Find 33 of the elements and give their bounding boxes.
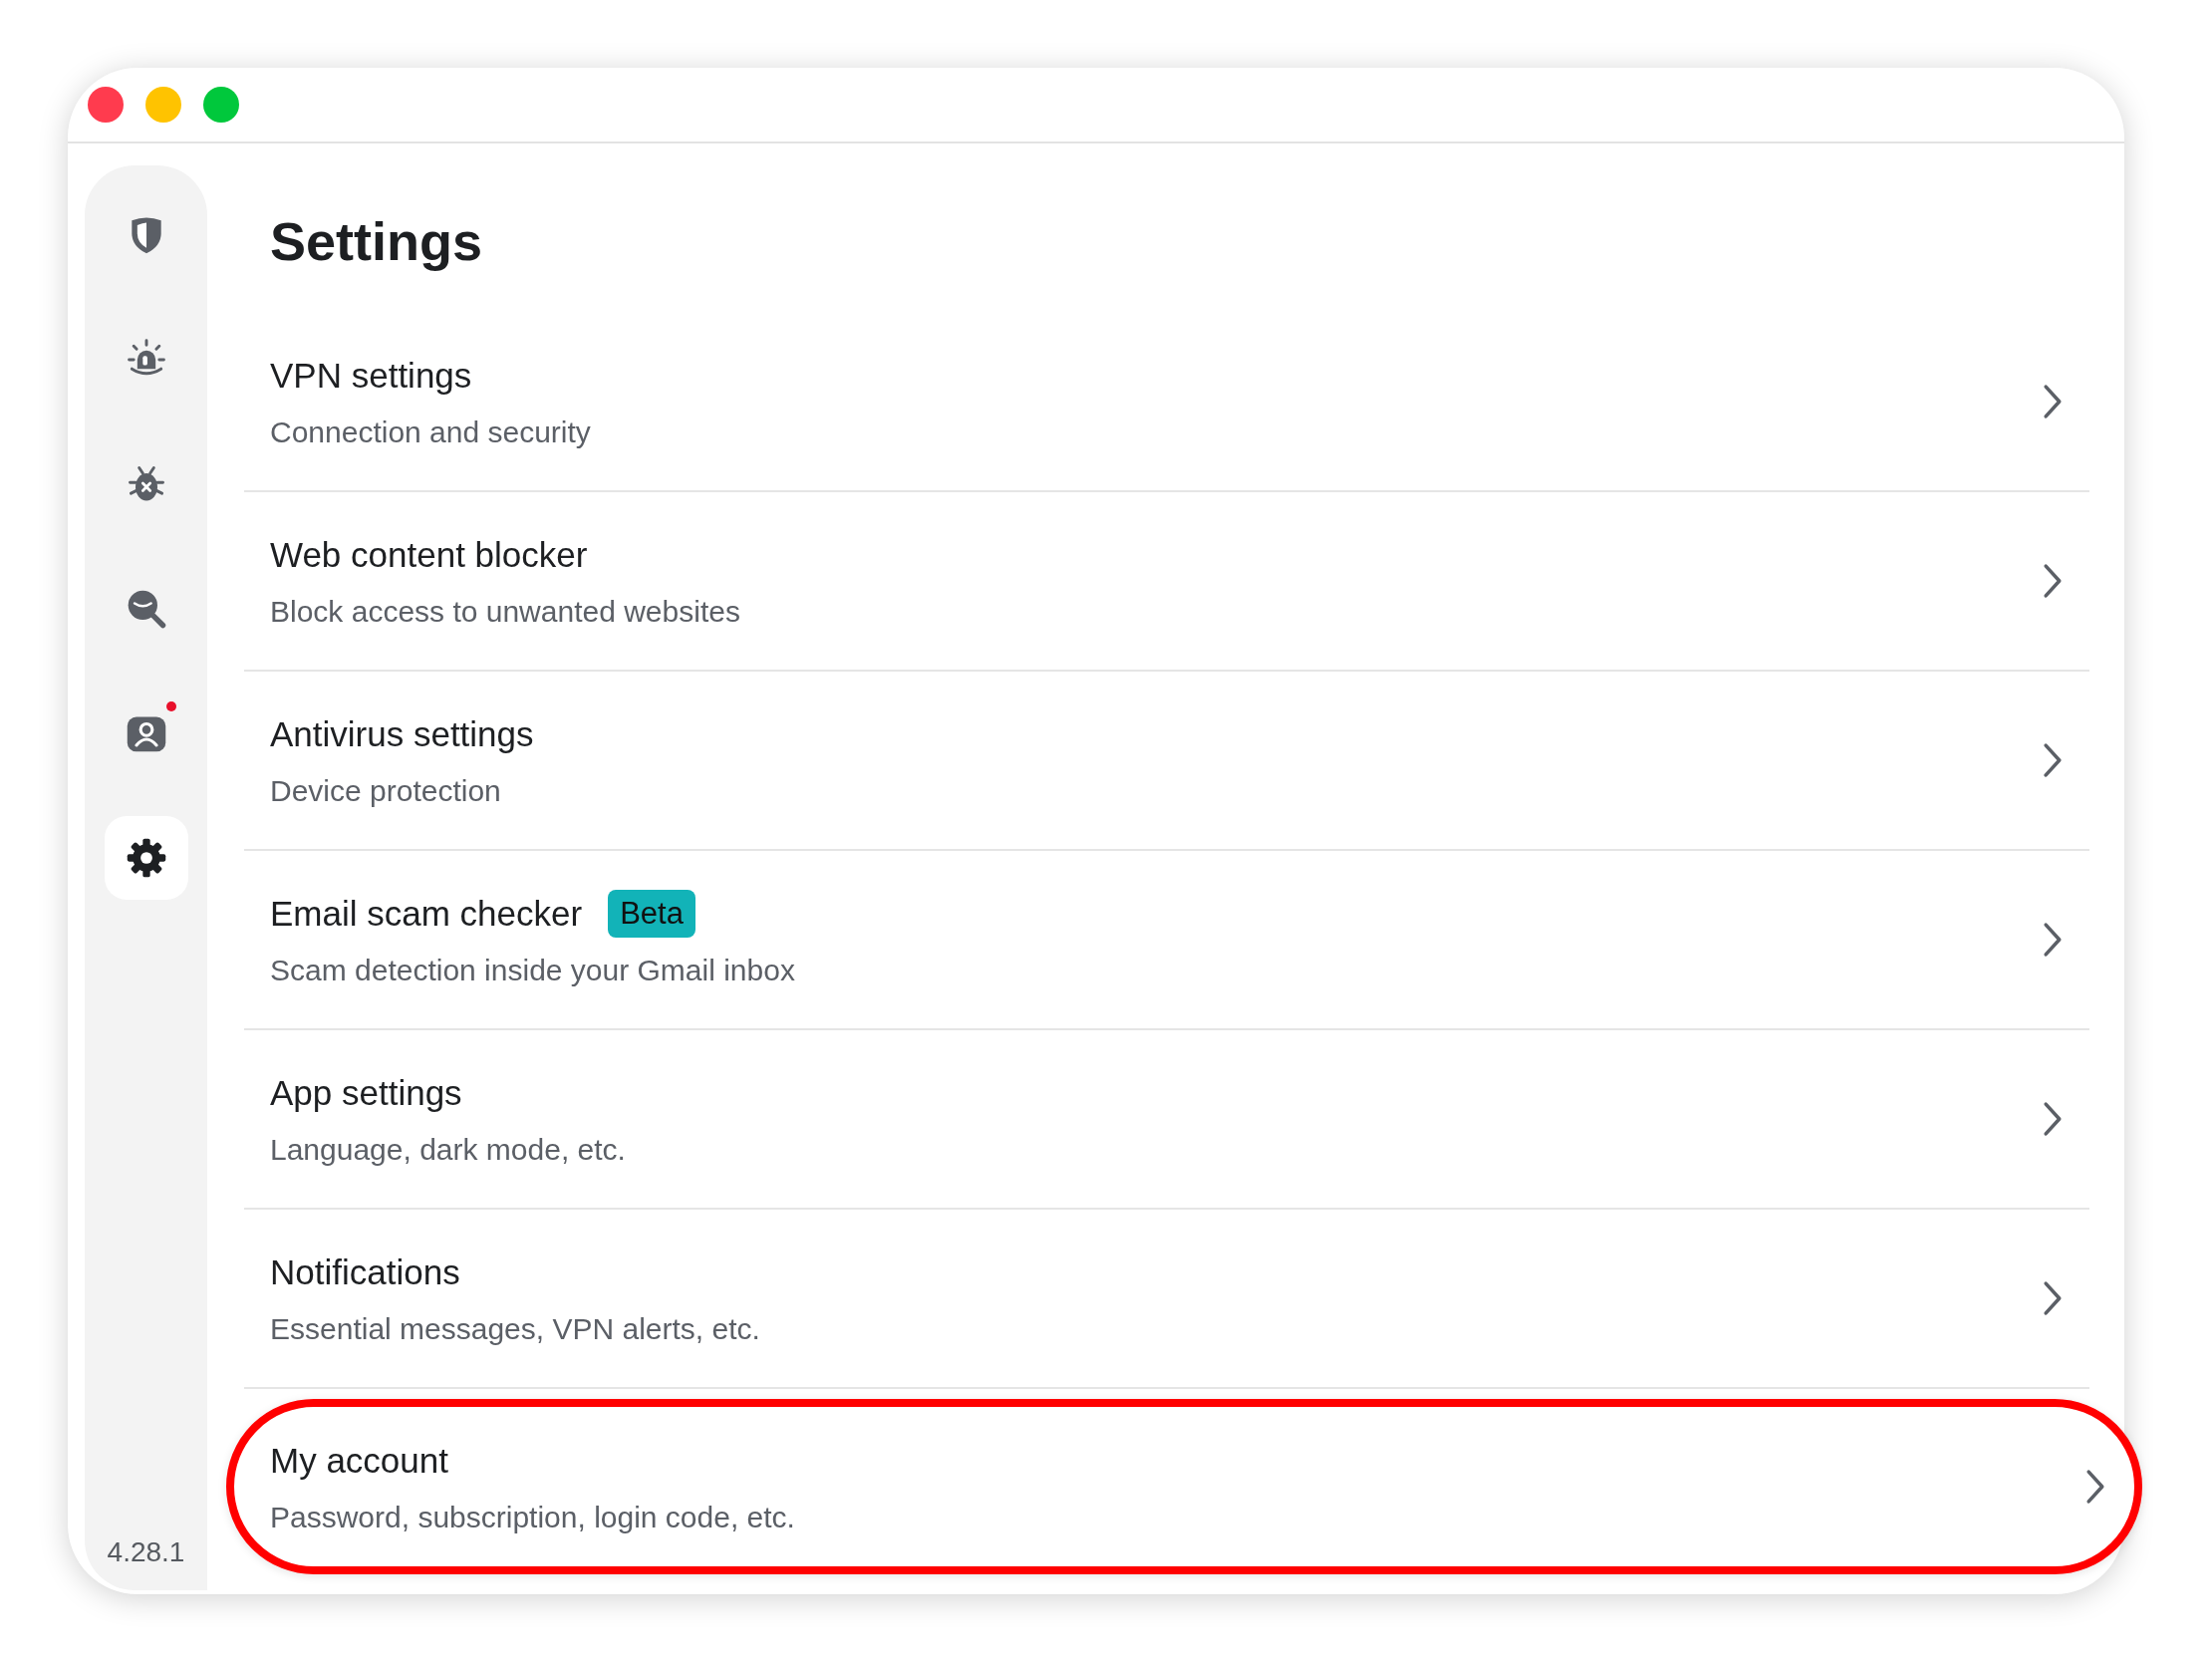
settings-row[interactable]: VPN settings Connection and security bbox=[244, 313, 2089, 492]
settings-row[interactable]: Notifications Essential messages, VPN alerts, etc. bbox=[244, 1210, 2089, 1389]
row-subtitle: Block access to unwanted websites bbox=[270, 595, 741, 629]
settings-row[interactable]: Antivirus settings Device protection bbox=[244, 672, 2089, 851]
row-title: Notifications bbox=[270, 1252, 460, 1292]
row-title: My account bbox=[270, 1441, 448, 1481]
version-label: 4.28.1 bbox=[107, 1536, 185, 1568]
row-subtitle: Device protection bbox=[270, 774, 502, 808]
sidebar-item[interactable] bbox=[104, 816, 188, 900]
chevron-right-icon bbox=[2042, 741, 2064, 779]
beta-badge: Beta bbox=[608, 890, 695, 938]
chevron-right-icon bbox=[2042, 1100, 2064, 1138]
row-subtitle: Connection and security bbox=[270, 416, 592, 449]
row-subtitle: Password, subscription, login code, etc. bbox=[270, 1501, 796, 1534]
row-subtitle: Essential messages, VPN alerts, etc. bbox=[270, 1312, 761, 1346]
chevron-right-icon bbox=[2042, 383, 2064, 420]
row-title: App settings bbox=[270, 1073, 462, 1113]
close-button[interactable] bbox=[88, 87, 124, 123]
settings-row[interactable]: Email scam checker Beta Scam detection inside your Gmail inbox bbox=[244, 851, 2089, 1030]
page-title: Settings bbox=[270, 210, 484, 273]
settings-row[interactable]: My account Password, subscription, login code, etc. bbox=[226, 1399, 2142, 1574]
settings-row[interactable]: Web content blocker Block access to unwanted websites bbox=[244, 492, 2089, 672]
chevron-right-icon bbox=[2042, 1279, 2064, 1317]
row-subtitle: Language, dark mode, etc. bbox=[270, 1133, 627, 1167]
chevron-right-icon bbox=[2084, 1468, 2106, 1506]
row-subtitle: Scam detection inside your Gmail inbox bbox=[270, 954, 796, 987]
settings-row[interactable]: App settings Language, dark mode, etc. bbox=[244, 1030, 2089, 1210]
row-title: Web content blocker bbox=[270, 535, 588, 575]
row-title: Antivirus settings bbox=[270, 714, 534, 754]
row-title: VPN settings bbox=[270, 356, 472, 396]
chevron-right-icon bbox=[2042, 921, 2064, 959]
chevron-right-icon bbox=[2042, 562, 2064, 600]
row-title: Email scam checker bbox=[270, 894, 583, 934]
